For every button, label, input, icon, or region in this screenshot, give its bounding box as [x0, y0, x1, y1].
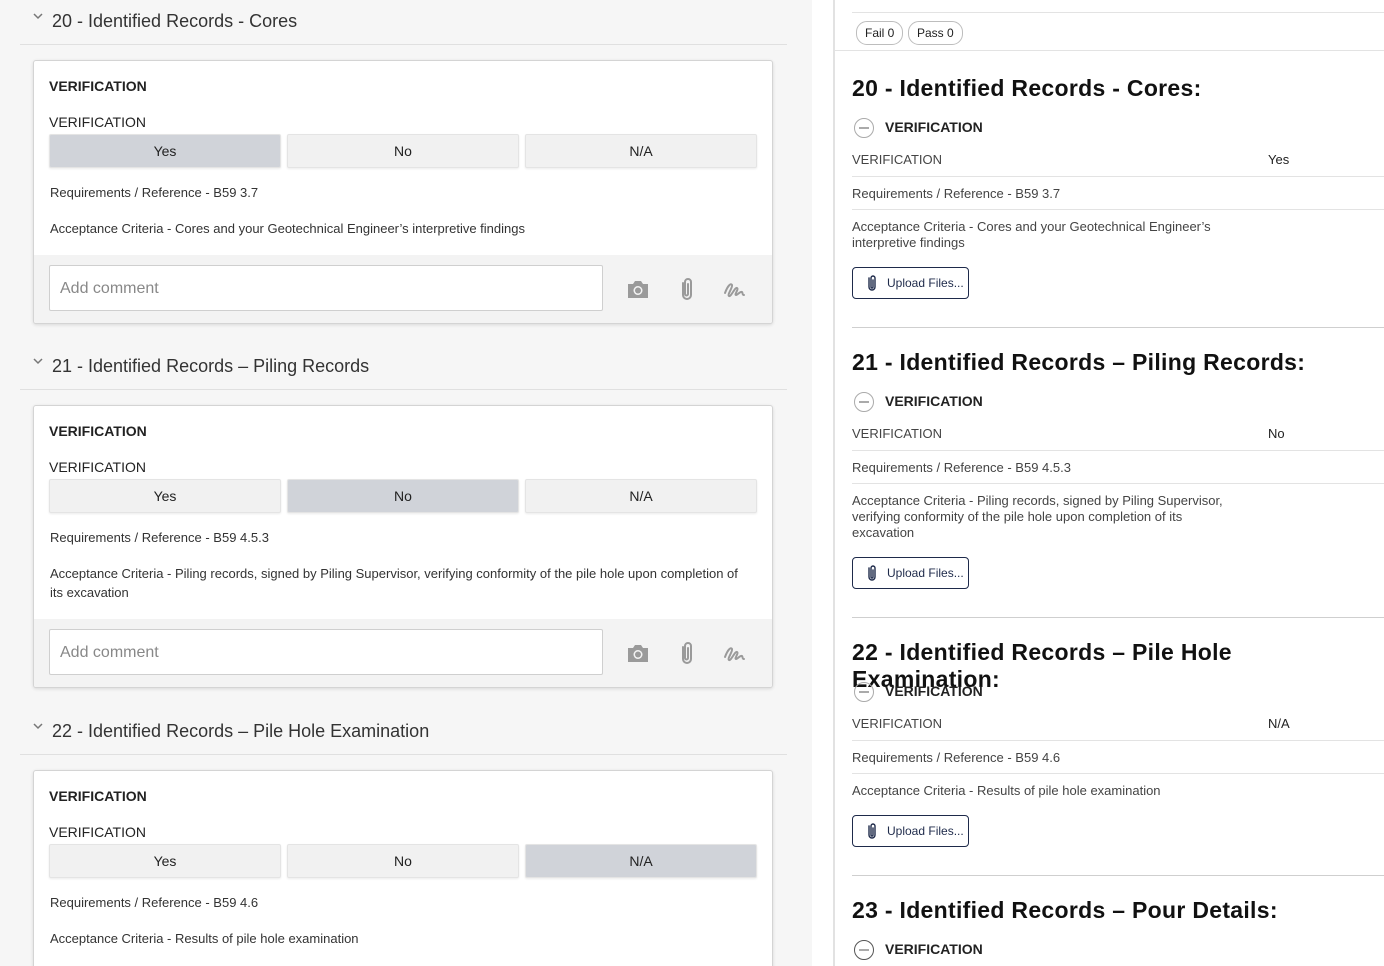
report-verification-heading: VERIFICATION	[885, 393, 983, 409]
section-header-21[interactable]: 21 - Identified Records – Piling Records	[20, 345, 787, 390]
requirements-text: Requirements / Reference - B59 3.7	[50, 185, 259, 200]
yes-option-button[interactable]: Yes	[49, 479, 281, 513]
section-title: 20 - Identified Records - Cores	[52, 11, 298, 31]
report-requirements-row: Requirements / Reference - B59 4.5.3	[852, 460, 1384, 484]
upload-files-button[interactable]: Upload Files...	[852, 557, 969, 589]
paperclip-icon[interactable]	[673, 639, 701, 667]
report-answer-row: VERIFICATION Yes	[852, 152, 1384, 177]
no-option-button[interactable]: No	[287, 134, 519, 168]
circle-icon	[854, 940, 874, 960]
report-section-title: 21 - Identified Records – Piling Records…	[852, 349, 1306, 375]
report-answer-label: VERIFICATION	[852, 716, 943, 731]
report-acceptance-text: Acceptance Criteria - Results of pile ho…	[852, 783, 1161, 798]
question-card-20: VERIFICATION VERIFICATION Yes No N/A Req…	[33, 60, 773, 324]
report-requirements-text: Requirements / Reference - B59 4.6	[852, 750, 1061, 765]
na-option-button[interactable]: N/A	[525, 134, 757, 168]
report-section-title: 20 - Identified Records - Cores:	[852, 75, 1202, 101]
report-requirements-row: Requirements / Reference - B59 4.6	[852, 750, 1384, 774]
yes-option-button[interactable]: Yes	[49, 844, 281, 878]
acceptance-criteria-text: Acceptance Criteria - Piling records, si…	[50, 566, 738, 600]
card-heading: VERIFICATION	[49, 78, 147, 94]
minus-circle-icon	[854, 682, 874, 702]
paperclip-icon	[865, 823, 879, 841]
top-divider	[852, 12, 1384, 13]
comment-input[interactable]: Add comment	[49, 265, 603, 311]
paperclip-icon	[865, 565, 879, 583]
no-option-button[interactable]: No	[287, 844, 519, 878]
fail-count-badge: Fail 0	[856, 21, 904, 45]
requirements-text: Requirements / Reference - B59 4.5.3	[50, 530, 269, 545]
chevron-down-icon[interactable]	[32, 720, 44, 732]
no-option-button[interactable]: No	[287, 479, 519, 513]
report-answer-value: No	[1268, 426, 1285, 441]
camera-icon[interactable]	[624, 275, 652, 303]
section-separator	[852, 327, 1384, 328]
upload-files-label: Upload Files...	[887, 566, 964, 580]
report-preview-panel: Fail 0 Pass 0 20 - Identified Records - …	[835, 0, 1384, 966]
minus-circle-icon	[854, 392, 874, 412]
upload-files-label: Upload Files...	[887, 276, 964, 290]
minus-circle-icon	[854, 118, 874, 138]
report-requirements-text: Requirements / Reference - B59 3.7	[852, 186, 1061, 201]
section-title: 21 - Identified Records – Piling Records	[52, 356, 370, 376]
report-answer-row: VERIFICATION N/A	[852, 716, 1384, 741]
paperclip-icon	[865, 275, 879, 293]
camera-icon[interactable]	[624, 639, 652, 667]
report-requirements-text: Requirements / Reference - B59 4.5.3	[852, 460, 1071, 475]
report-answer-value: Yes	[1268, 152, 1290, 167]
chevron-down-icon[interactable]	[32, 355, 44, 367]
inspection-form-panel: 20 - Identified Records - Cores VERIFICA…	[0, 0, 812, 966]
question-card-22: VERIFICATION VERIFICATION Yes No N/A Req…	[33, 770, 773, 966]
report-requirements-row: Requirements / Reference - B59 3.7	[852, 186, 1384, 210]
question-label: VERIFICATION	[49, 824, 146, 840]
section-separator	[852, 617, 1384, 618]
question-label: VERIFICATION	[49, 459, 146, 475]
comment-bar: Add comment	[34, 619, 772, 687]
question-card-21: VERIFICATION VERIFICATION Yes No N/A Req…	[33, 405, 773, 688]
report-answer-label: VERIFICATION	[852, 426, 943, 441]
section-separator	[852, 875, 1384, 876]
signature-icon[interactable]	[721, 275, 749, 303]
upload-files-button[interactable]: Upload Files...	[852, 267, 969, 299]
report-answer-label: VERIFICATION	[852, 152, 943, 167]
card-heading: VERIFICATION	[49, 788, 147, 804]
report-verification-heading: VERIFICATION	[885, 941, 983, 957]
comment-input[interactable]: Add comment	[49, 629, 603, 675]
requirements-text: Requirements / Reference - B59 4.6	[50, 895, 259, 910]
upload-files-button[interactable]: Upload Files...	[852, 815, 969, 847]
yes-option-button[interactable]: Yes	[49, 134, 281, 168]
badge-divider	[835, 50, 1384, 51]
chevron-down-icon[interactable]	[32, 10, 44, 22]
report-answer-row: VERIFICATION No	[852, 426, 1384, 451]
report-section-title: 23 - Identified Records – Pour Details:	[852, 897, 1278, 923]
card-heading: VERIFICATION	[49, 423, 147, 439]
na-option-button[interactable]: N/A	[525, 844, 757, 878]
section-header-20[interactable]: 20 - Identified Records - Cores	[20, 0, 787, 45]
comment-bar: Add comment	[34, 255, 772, 323]
question-label: VERIFICATION	[49, 114, 146, 130]
pass-count-badge: Pass 0	[908, 21, 963, 45]
report-answer-value: N/A	[1268, 716, 1290, 731]
section-header-22[interactable]: 22 - Identified Records – Pile Hole Exam…	[20, 710, 787, 755]
paperclip-icon[interactable]	[673, 275, 701, 303]
report-acceptance-text: Acceptance Criteria - Piling records, si…	[852, 493, 1223, 540]
report-verification-heading: VERIFICATION	[885, 683, 983, 699]
section-title: 22 - Identified Records – Pile Hole Exam…	[52, 721, 430, 741]
upload-files-label: Upload Files...	[887, 824, 964, 838]
na-option-button[interactable]: N/A	[525, 479, 757, 513]
signature-icon[interactable]	[721, 639, 749, 667]
acceptance-criteria-text: Acceptance Criteria - Results of pile ho…	[50, 931, 359, 946]
report-verification-heading: VERIFICATION	[885, 119, 983, 135]
acceptance-criteria-text: Acceptance Criteria - Cores and your Geo…	[50, 221, 525, 236]
report-acceptance-text: Acceptance Criteria - Cores and your Geo…	[852, 219, 1211, 250]
